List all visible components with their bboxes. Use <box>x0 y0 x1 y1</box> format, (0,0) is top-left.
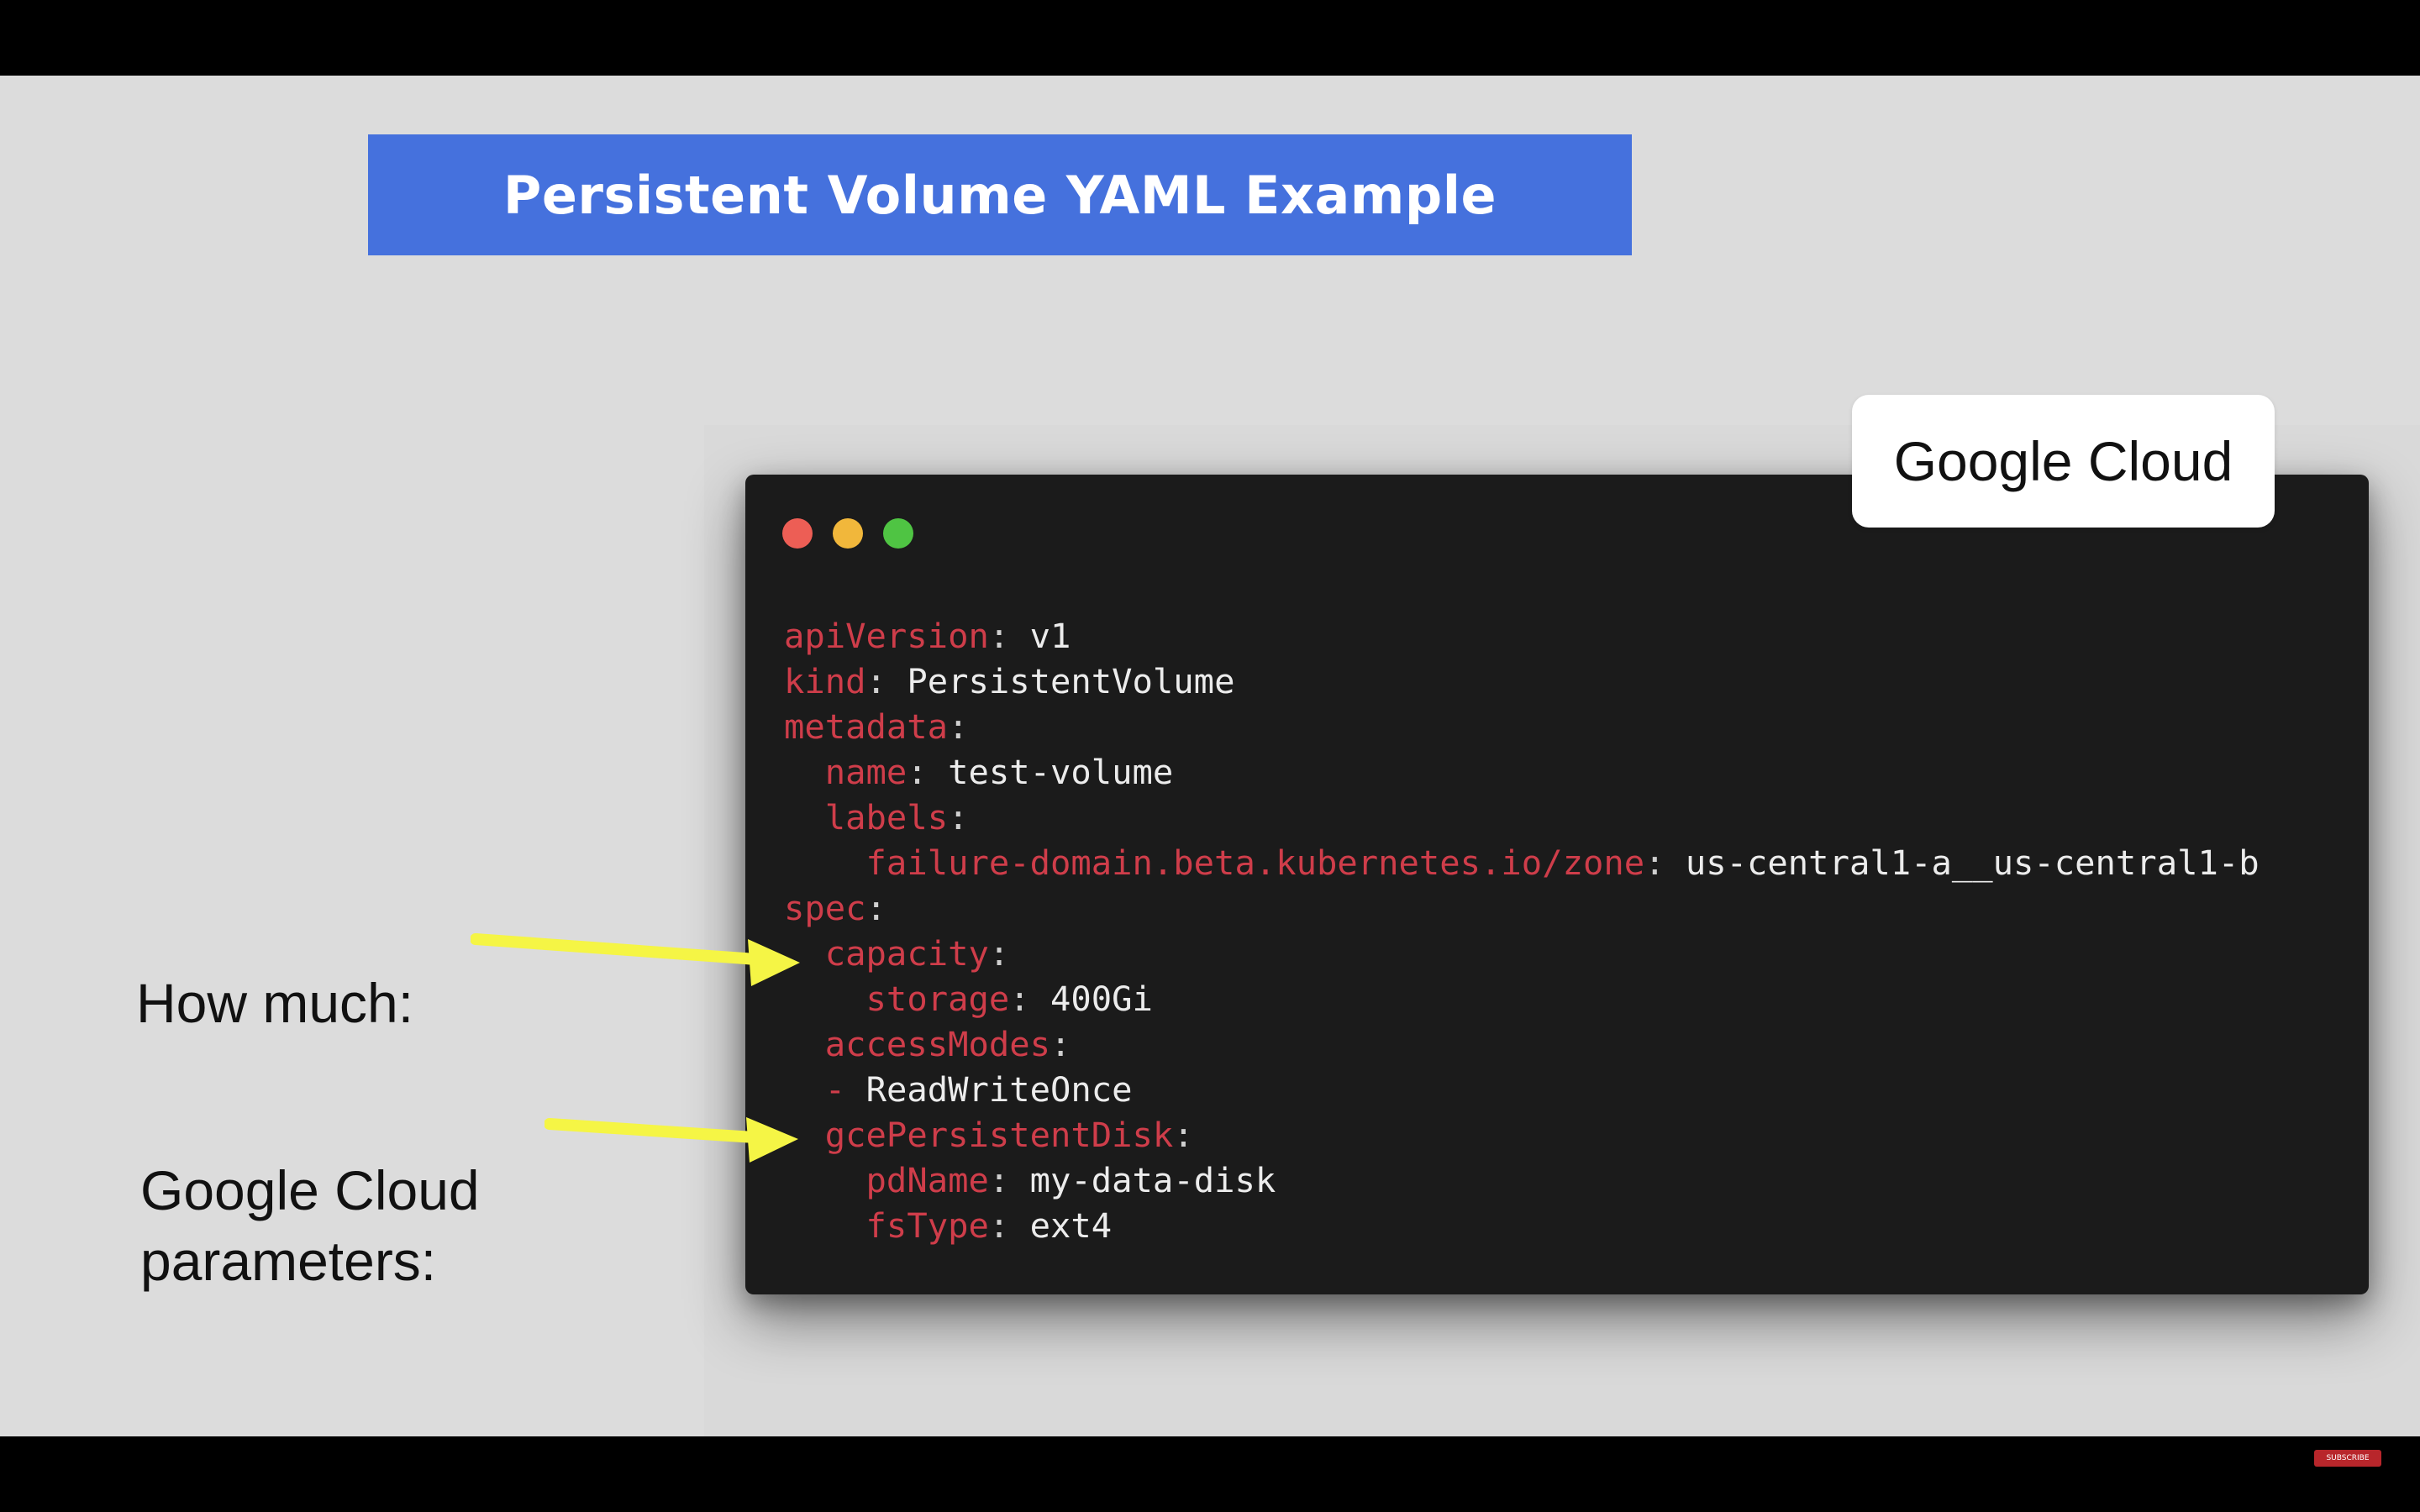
code-value: my-data-disk <box>1009 1160 1276 1200</box>
code-key: accessModes <box>824 1024 1050 1064</box>
code-colon: : <box>948 706 969 747</box>
code-value: 400Gi <box>1029 979 1153 1019</box>
code-line: labels: <box>784 795 2260 840</box>
code-key: failure-domain.beta.kubernetes.io/zone <box>865 843 1645 883</box>
arrow-icon <box>544 1117 798 1163</box>
code-value: test-volume <box>927 752 1174 792</box>
code-key: kind <box>784 661 866 701</box>
code-colon: : <box>988 1160 1010 1200</box>
code-line: apiVersion: v1 <box>784 613 2260 659</box>
code-key: metadata <box>784 706 949 747</box>
code-line: fsType: ext4 <box>784 1203 2260 1248</box>
slide-title: Persistent Volume YAML Example <box>502 164 1497 226</box>
code-colon: : <box>988 1205 1010 1246</box>
badge-label: Google Cloud <box>1893 430 2233 492</box>
code-colon: : <box>865 661 886 701</box>
slide: Persistent Volume YAML Example apiVersio… <box>0 76 2420 1436</box>
code-value: us-central1-a__us-central1-b <box>1665 843 2260 883</box>
code-key: gcePersistentDisk <box>824 1115 1174 1155</box>
code-key: fsType <box>865 1205 989 1246</box>
code-value: ext4 <box>1009 1205 1113 1246</box>
code-colon: : <box>948 797 969 837</box>
code-line: - ReadWriteOnce <box>784 1067 2260 1112</box>
code-value: ReadWriteOnce <box>865 1069 1133 1110</box>
code-line: accessModes: <box>784 1021 2260 1067</box>
close-button[interactable] <box>782 518 813 549</box>
code-colon: : <box>1009 979 1030 1019</box>
maximize-button[interactable] <box>883 518 913 549</box>
code-key: labels <box>824 797 949 837</box>
terminal-window: apiVersion: v1 kind: PersistentVolume meta… <box>745 475 2369 1294</box>
code-colon: : <box>907 752 928 792</box>
youtube-subscribe-button[interactable]: SUBSCRIBE <box>2314 1450 2381 1467</box>
google-cloud-label-line1: Google Cloud <box>140 1159 480 1221</box>
code-line: storage: 400Gi <box>784 976 2260 1021</box>
code-line: metadata: <box>784 704 2260 749</box>
google-cloud-label-line2: parameters: <box>140 1230 437 1292</box>
code-key: pdName <box>865 1160 989 1200</box>
code-key: spec <box>784 888 866 928</box>
yaml-code-block: apiVersion: v1 kind: PersistentVolume meta… <box>784 613 2260 1248</box>
code-value: v1 <box>1009 616 1071 656</box>
code-key: capacity <box>824 933 989 974</box>
title-banner: Persistent Volume YAML Example <box>368 134 1632 255</box>
code-key: storage <box>865 979 1010 1019</box>
code-line: spec: <box>784 885 2260 931</box>
code-line: pdName: my-data-disk <box>784 1158 2260 1203</box>
code-key: name <box>824 752 908 792</box>
code-list-dash: - <box>824 1069 866 1110</box>
code-colon: : <box>865 888 886 928</box>
google-cloud-parameters-label: Google Cloud parameters: <box>140 1155 480 1296</box>
code-line: capacity: <box>784 931 2260 976</box>
code-colon: : <box>1173 1115 1194 1155</box>
code-line: kind: PersistentVolume <box>784 659 2260 704</box>
code-key: apiVersion <box>784 616 989 656</box>
how-much-label: How much: <box>136 972 414 1034</box>
code-line: failure-domain.beta.kubernetes.io/zone: … <box>784 840 2260 885</box>
code-colon: : <box>1644 843 1665 883</box>
arrow-icon <box>471 933 800 986</box>
code-line: name: test-volume <box>784 749 2260 795</box>
code-colon: : <box>988 616 1010 656</box>
minimize-button[interactable] <box>833 518 863 549</box>
code-value: PersistentVolume <box>886 661 1235 701</box>
code-colon: : <box>1050 1024 1071 1064</box>
code-line: gcePersistentDisk: <box>784 1112 2260 1158</box>
code-colon: : <box>988 933 1010 974</box>
google-cloud-badge: Google Cloud <box>1852 395 2275 528</box>
